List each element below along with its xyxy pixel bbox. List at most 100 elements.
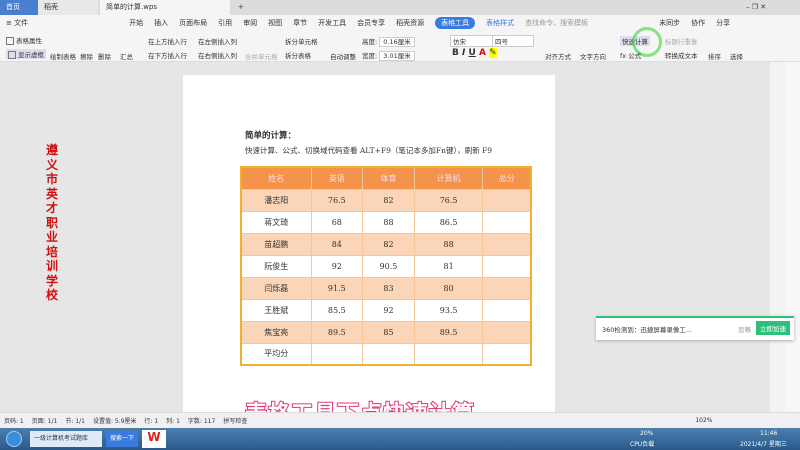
table-cell[interactable]: 86.5: [413, 210, 484, 234]
accelerate-button[interactable]: 立即加速: [756, 321, 790, 335]
table-cell[interactable]: [482, 276, 532, 300]
share-button[interactable]: 分享: [716, 18, 730, 28]
tab-document[interactable]: 简单的计算.wps: [100, 0, 230, 15]
menu-section[interactable]: 章节: [293, 18, 307, 28]
text-direction-button[interactable]: 文字方向: [580, 51, 606, 61]
table-cell[interactable]: [413, 342, 484, 366]
delete-button[interactable]: 删除: [98, 51, 111, 61]
table-cell[interactable]: 76.5: [310, 188, 364, 212]
merge-cells-button[interactable]: 合并单元格: [245, 51, 278, 61]
collab-button[interactable]: 协作: [691, 18, 705, 28]
menu-review[interactable]: 审阅: [243, 18, 257, 28]
insert-left-button[interactable]: 在左侧插入列: [198, 36, 237, 46]
table-cell[interactable]: [310, 342, 364, 366]
font-size-select[interactable]: 四号: [492, 35, 534, 47]
table-cell[interactable]: 88: [362, 210, 415, 234]
menu-home[interactable]: 开始: [129, 18, 143, 28]
table-cell[interactable]: 82: [362, 232, 415, 256]
clock-date[interactable]: 2021/4/7 星期三: [740, 439, 787, 448]
table-cell[interactable]: 92: [310, 254, 364, 278]
header-cell[interactable]: 姓名: [240, 166, 312, 190]
header-cell[interactable]: 体育: [362, 166, 415, 190]
header-cell[interactable]: 英语: [310, 166, 364, 190]
width-input[interactable]: 3.01厘米: [379, 51, 415, 61]
menu-layout[interactable]: 页面布局: [179, 18, 207, 28]
menu-table-tools[interactable]: 表格工具: [435, 17, 476, 29]
select-button[interactable]: 选择: [730, 51, 743, 61]
split-cell-button[interactable]: 拆分单元格: [285, 36, 318, 46]
split-table-button[interactable]: 拆分表格: [285, 50, 311, 60]
sort-button[interactable]: 排序: [708, 51, 721, 61]
search-input[interactable]: 查找命令、搜索模板: [525, 18, 588, 28]
zoom-level[interactable]: 102%: [695, 417, 712, 424]
formula-button[interactable]: fx 公式: [620, 50, 641, 60]
table-cell[interactable]: 68: [310, 210, 364, 234]
autofit-button[interactable]: 自动调整: [330, 51, 356, 61]
table-cell[interactable]: 91.5: [310, 276, 364, 300]
clock-time[interactable]: 11:46: [760, 430, 777, 437]
table-cell[interactable]: 闫烁磊: [240, 276, 312, 300]
table-cell[interactable]: 89.5: [310, 320, 364, 344]
menu-member[interactable]: 会员专享: [357, 18, 385, 28]
table-cell[interactable]: 90.5: [362, 254, 415, 278]
menu-file[interactable]: ≡ 文件: [6, 18, 28, 28]
menu-references[interactable]: 引用: [218, 18, 232, 28]
table-cell[interactable]: 85.5: [310, 298, 364, 322]
table-cell[interactable]: [482, 298, 532, 322]
table-cell[interactable]: 焦宝亮: [240, 320, 312, 344]
menu-insert[interactable]: 插入: [154, 18, 168, 28]
to-text-button[interactable]: 转换成文本: [665, 50, 698, 60]
tab-home[interactable]: 首页: [0, 0, 38, 15]
spellcheck-toggle[interactable]: 拼写检查: [223, 416, 247, 425]
table-cell[interactable]: [482, 342, 532, 366]
menu-view[interactable]: 视图: [268, 18, 282, 28]
table-cell[interactable]: 84: [310, 232, 364, 256]
table-cell[interactable]: 80: [413, 276, 484, 300]
menu-table-style[interactable]: 表格样式: [486, 18, 514, 28]
table-cell[interactable]: [482, 188, 532, 212]
tab-docer[interactable]: 稻壳: [38, 0, 98, 15]
new-tab-button[interactable]: +: [232, 0, 250, 15]
format-buttons[interactable]: B I U A ✎: [452, 48, 497, 58]
summary-button[interactable]: 汇总: [120, 51, 133, 61]
wps-taskbar-icon[interactable]: W: [142, 430, 166, 448]
table-cell[interactable]: 82: [362, 188, 415, 212]
status-wordcount[interactable]: 字数: 117: [188, 416, 215, 425]
sync-button[interactable]: 未同步: [659, 18, 680, 28]
height-input[interactable]: 0.16厘米: [379, 37, 415, 47]
table-cell[interactable]: 76.5: [413, 188, 484, 212]
table-cell[interactable]: 83: [362, 276, 415, 300]
table-cell[interactable]: 93.5: [413, 298, 484, 322]
table-cell[interactable]: 潘志阳: [240, 188, 312, 212]
table-cell[interactable]: 89.5: [413, 320, 484, 344]
menu-docer[interactable]: 稻壳资源: [396, 18, 424, 28]
insert-right-button[interactable]: 在右侧插入列: [198, 50, 237, 60]
repeat-header-button[interactable]: 标题行重复: [665, 36, 698, 46]
table-cell[interactable]: 王胜斌: [240, 298, 312, 322]
table-cell[interactable]: 81: [413, 254, 484, 278]
start-button[interactable]: [6, 431, 22, 447]
table-cell[interactable]: [482, 320, 532, 344]
score-table[interactable]: 姓名 英语 体育 计算机 总分 潘志阳 76.5 82 76.5 蒋文琦 68 88 86.5 苗超鹏 84…: [240, 166, 532, 366]
table-cell[interactable]: 92: [362, 298, 415, 322]
table-cell[interactable]: [482, 254, 532, 278]
align-button[interactable]: 对齐方式: [545, 51, 571, 61]
show-gridlines-button[interactable]: 显示虚框: [6, 49, 46, 59]
taskbar-browser[interactable]: 一级计算机考试题库: [30, 431, 102, 447]
table-cell[interactable]: 88: [413, 232, 484, 256]
header-cell[interactable]: 总分: [482, 166, 532, 190]
table-cell[interactable]: 蒋文琦: [240, 210, 312, 234]
table-cell[interactable]: [482, 232, 532, 256]
erase-button[interactable]: 擦除: [80, 51, 93, 61]
window-controls[interactable]: – ❐ ✕: [740, 0, 772, 15]
table-cell[interactable]: [362, 342, 415, 366]
draw-table-button[interactable]: 绘制表格: [50, 51, 76, 61]
table-cell[interactable]: [482, 210, 532, 234]
table-cell[interactable]: 平均分: [240, 342, 312, 366]
insert-below-button[interactable]: 在下方插入行: [148, 50, 187, 60]
ignore-button[interactable]: 忽略: [738, 324, 751, 334]
table-cell[interactable]: 阮俊生: [240, 254, 312, 278]
vertical-scrollbar[interactable]: [770, 62, 785, 412]
menu-developer[interactable]: 开发工具: [318, 18, 346, 28]
taskbar-search[interactable]: 搜索一下: [106, 431, 138, 447]
